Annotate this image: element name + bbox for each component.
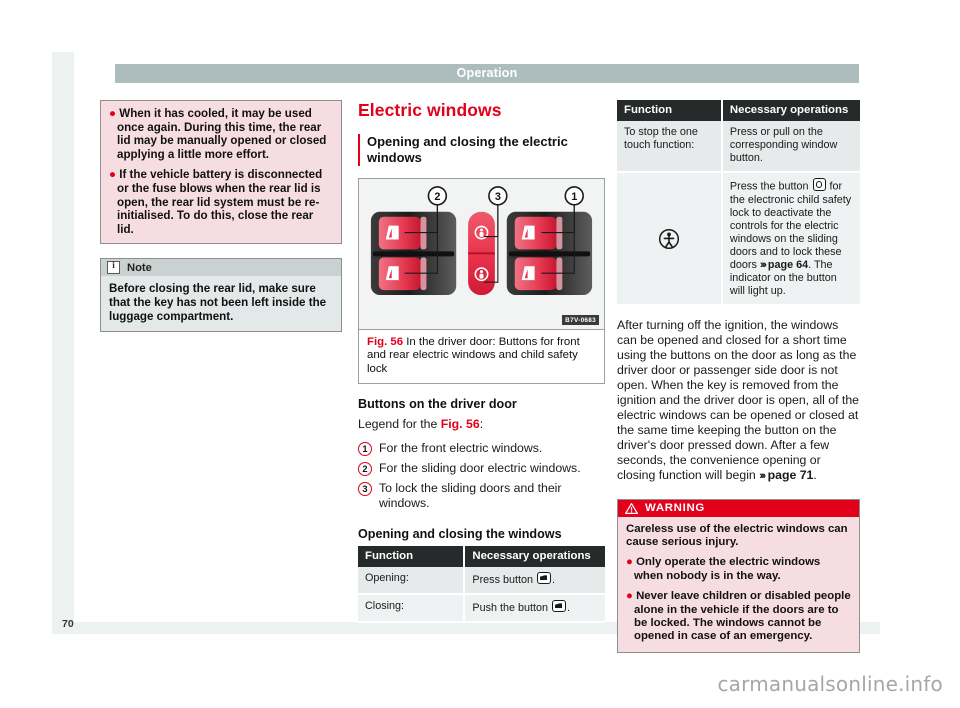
table-cell-function: Closing:: [358, 594, 466, 624]
bullet-dot-icon: ●: [626, 590, 633, 603]
subsection-title: Opening and closing the electric windows: [367, 134, 568, 165]
operation-text-suffix: .: [552, 574, 555, 587]
table-col-operations: Necessary operations: [721, 100, 860, 121]
paragraph-text: After turning off the ignition, the wind…: [617, 317, 859, 483]
figure-image: 2 3 1 B7V-0683: [358, 178, 605, 330]
operation-text: Press button: [472, 574, 536, 587]
legend-intro: Legend for the Fig. 56:: [358, 417, 605, 432]
legend-number-3: 3: [358, 482, 372, 497]
site-watermark: carmanualsonline.info: [717, 672, 943, 696]
table-header-row: Function Necessary operations: [617, 100, 860, 121]
bullet-dot-icon: ●: [626, 556, 633, 569]
left-column: ● When it has cooled, it may be used onc…: [100, 100, 342, 333]
table-col-operations: Necessary operations: [464, 546, 605, 568]
section-title: Electric windows: [358, 100, 502, 120]
figure-caption: Fig. 56 In the driver door: Buttons for …: [367, 336, 596, 376]
warning-triangle-icon: [625, 502, 638, 514]
right-column: Function Necessary operations To stop th…: [617, 100, 860, 653]
legend-text-1: For the front electric windows.: [379, 441, 543, 456]
warning-bullet-1: ● Only operate the electric windows when…: [626, 556, 851, 583]
legend-number-1: 1: [358, 442, 372, 457]
caution-bullet-1-text: When it has cooled, it may be used once …: [117, 107, 327, 161]
table-row: Closing: Push the button .: [358, 594, 605, 624]
bullet-dot-icon: ●: [109, 168, 117, 182]
window-button-icon: [537, 572, 551, 585]
table-cell-child-safety-icon: [617, 172, 723, 306]
warning-box-title: WARNING: [645, 502, 705, 515]
warning-bullet-2: ● Never leave children or disabled peopl…: [626, 590, 851, 644]
warning-box-header: WARNING: [618, 499, 859, 517]
caution-bullet-1: ● When it has cooled, it may be used onc…: [109, 107, 333, 161]
operation-text-suffix: .: [567, 602, 571, 615]
table-cell-operation: Press or pull on the corresponding windo…: [721, 121, 860, 173]
caution-box: ● When it has cooled, it may be used onc…: [100, 100, 342, 245]
legend-item-3: 3 To lock the sliding doors and their wi…: [358, 481, 605, 510]
caution-bullet-2: ● If the vehicle battery is disconnected…: [109, 168, 333, 236]
table-cell-function: To stop the one touch function:: [617, 121, 723, 173]
legend-heading: Buttons on the driver door: [358, 397, 517, 412]
figure-id-label: B7V-0683: [562, 315, 599, 325]
warning-lead-text: Careless use of the electric windows can…: [626, 522, 848, 548]
note-box-header: Note: [101, 259, 341, 277]
legend-intro-prefix: Legend for the: [358, 417, 441, 432]
door-buttons-illustration: 2 3 1: [359, 179, 604, 329]
legend-intro-figure-ref: Fig. 56: [440, 417, 480, 432]
svg-text:2: 2: [434, 191, 440, 203]
note-box-text: Before closing the rear lid, make sure t…: [109, 282, 327, 323]
table-col-function: Function: [358, 546, 466, 568]
page-ref-label[interactable]: page 71: [764, 468, 814, 482]
subsection-title-wrap: Opening and closing the electric windows: [358, 134, 605, 166]
operation-text: Push the button: [472, 602, 552, 615]
table-cell-operation: Press button .: [464, 567, 605, 596]
table-row: Press the button for the electronic chil…: [617, 172, 860, 306]
child-safety-icon: [658, 228, 680, 250]
middle-column: Electric windows Opening and closing the…: [358, 100, 605, 624]
one-touch-table: Function Necessary operations To stop th…: [617, 100, 860, 306]
warning-box: WARNING Careless use of the electric win…: [617, 498, 860, 653]
table-header-row: Function Necessary operations: [358, 546, 605, 568]
warning-bullet-2-text: Never leave children or disabled people …: [634, 590, 851, 643]
legend-intro-suffix: :: [479, 417, 484, 432]
table-row: To stop the one touch function: Press or…: [617, 121, 860, 173]
operation-text-1: Press the button: [729, 180, 812, 193]
table-row: Opening: Press button .: [358, 567, 605, 596]
paragraph-text-end: .: [813, 468, 817, 483]
windows-table-heading: Opening and closing the windows: [358, 527, 562, 542]
table-cell-operation: Push the button .: [464, 594, 605, 624]
legend-number-2: 2: [358, 462, 372, 477]
operation-text-2: for the electronic child safety lock to …: [729, 180, 852, 271]
legend-text-3: To lock the sliding doors and their wind…: [379, 481, 562, 510]
legend-item-1: 1 For the front electric windows.: [358, 441, 605, 457]
svg-text:3: 3: [495, 191, 501, 203]
note-box-title: Note: [127, 261, 152, 274]
warning-box-body: Careless use of the electric windows can…: [618, 516, 859, 652]
table-col-function: Function: [617, 100, 723, 121]
warning-bullet-1-text: Only operate the electric windows when n…: [634, 556, 821, 582]
opening-closing-table: Function Necessary operations Opening: P…: [358, 546, 605, 624]
table-cell-operation: Press the button for the electronic chil…: [721, 172, 860, 306]
note-box: Note Before closing the rear lid, make s…: [100, 258, 342, 333]
bullet-dot-icon: ●: [109, 107, 117, 120]
info-icon: [107, 260, 120, 275]
body-paragraph: After turning off the ignition, the wind…: [617, 318, 860, 485]
svg-text:1: 1: [571, 191, 577, 203]
running-header: Operation: [115, 64, 859, 83]
table-cell-function: Opening:: [358, 567, 466, 596]
legend-item-2: 2 For the sliding door electric windows.: [358, 461, 605, 477]
figure-number: Fig. 56: [367, 336, 404, 348]
window-button-icon: [552, 600, 567, 613]
child-safety-button-icon: [812, 178, 826, 191]
caution-bullet-2-text: If the vehicle battery is disconnected o…: [117, 168, 323, 236]
figure-caption-box: Fig. 56 In the driver door: Buttons for …: [358, 330, 605, 385]
page-ref-label[interactable]: page 64: [765, 259, 808, 271]
legend-text-2: For the sliding door electric windows.: [379, 461, 581, 476]
page-number: 70: [62, 618, 74, 630]
